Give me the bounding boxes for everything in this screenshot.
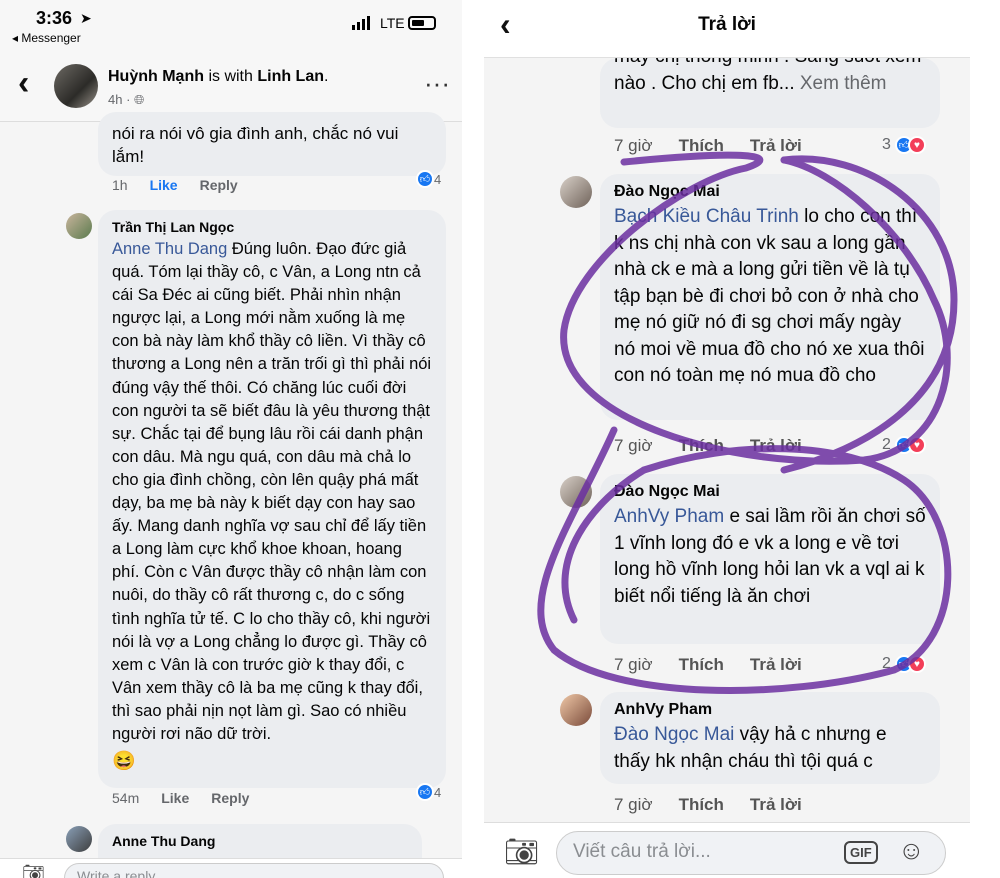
comment-bubble: nói ra nói vô gia đình anh, chắc nó vui … [98, 112, 446, 176]
signal-icon [352, 16, 370, 30]
back-chevron-icon[interactable]: ‹ [18, 64, 29, 103]
reaction-count[interactable]: 👍︎ 4 [416, 170, 441, 188]
battery-icon [408, 16, 436, 30]
comment-time: 54m [112, 790, 140, 806]
panel-divider [462, 0, 484, 878]
mention-link[interactable]: Anne Thu Dang [112, 240, 227, 258]
right-screenshot: ‹ Trả lời mấy chị thông minh . Sáng suốt… [484, 0, 970, 878]
post-time-text: 4h · [108, 92, 135, 107]
like-button[interactable]: Like [161, 790, 189, 806]
comment-actions: 1h Like Reply [112, 177, 238, 193]
emoji-icon[interactable]: ☺ [898, 835, 925, 866]
network-label: LTE [380, 15, 405, 31]
comment-text: Đúng luôn. Đạo đức giả quá. Tóm lại thầy… [112, 240, 432, 743]
commenter-avatar[interactable] [66, 826, 92, 852]
laughing-emoji: 😆 [112, 751, 136, 773]
comment-author[interactable]: Anne Thu Dang [112, 832, 408, 850]
location-arrow-icon: ➤ [80, 10, 92, 26]
camera-icon[interactable]: 📷︎ [22, 863, 45, 878]
comment-author[interactable]: Trần Thị Lan Ngọc [112, 218, 432, 236]
status-bar: 3:36 ➤ ◂ Messenger LTE [0, 0, 462, 56]
poster-line: Huỳnh Mạnh is with Linh Lan. [108, 68, 328, 86]
comment-actions: 54m Like Reply [112, 790, 249, 806]
comment-bubble: Trần Thị Lan Ngọc Anne Thu Dang Đúng luô… [98, 210, 446, 788]
like-reaction-icon: 👍︎ [416, 783, 434, 801]
more-options-icon[interactable]: ··· [424, 68, 450, 99]
period: . [324, 68, 329, 85]
reaction-count[interactable]: 👍︎ 4 [416, 783, 441, 801]
like-button[interactable]: Like [150, 177, 178, 193]
with-text: is with [204, 68, 258, 85]
reply-input[interactable]: Write a reply... [64, 863, 444, 878]
like-reaction-icon: 👍︎ [416, 170, 434, 188]
status-time: 3:36 [36, 8, 73, 28]
poster-name[interactable]: Huỳnh Mạnh [108, 68, 204, 85]
back-to-messenger[interactable]: ◂ Messenger [12, 31, 81, 45]
annotation-stroke [560, 151, 951, 465]
globe-icon: 🌐︎ [134, 92, 145, 107]
commenter-avatar[interactable] [66, 213, 92, 239]
tagged-name[interactable]: Linh Lan [257, 68, 324, 85]
annotation-stroke [537, 426, 952, 694]
camera-icon[interactable]: 📷︎ [504, 835, 540, 868]
post-time: 4h · 🌐︎ [108, 92, 144, 108]
reaction-number: 4 [434, 171, 442, 187]
comment-text: nói ra nói vô gia đình anh, chắc nó vui … [112, 124, 399, 166]
purple-scribble-annotation [537, 151, 958, 694]
gif-button[interactable]: GIF [844, 841, 878, 864]
right-margin [970, 0, 1000, 878]
reply-button[interactable]: Reply [211, 790, 249, 806]
left-screenshot: 3:36 ➤ ◂ Messenger LTE ‹ Huỳnh Mạnh is w… [0, 0, 462, 878]
annotation-stroke [561, 466, 648, 624]
poster-avatar[interactable] [54, 64, 98, 108]
reply-composer: 📷︎ Viết câu trả lời... GIF ☺ [484, 822, 970, 878]
comment-time: 1h [112, 177, 128, 193]
reply-composer: 📷︎ Write a reply... [0, 858, 462, 878]
reaction-number: 4 [434, 784, 442, 800]
reply-button[interactable]: Reply [200, 177, 238, 193]
reply-input[interactable]: Viết câu trả lời... [556, 831, 946, 875]
